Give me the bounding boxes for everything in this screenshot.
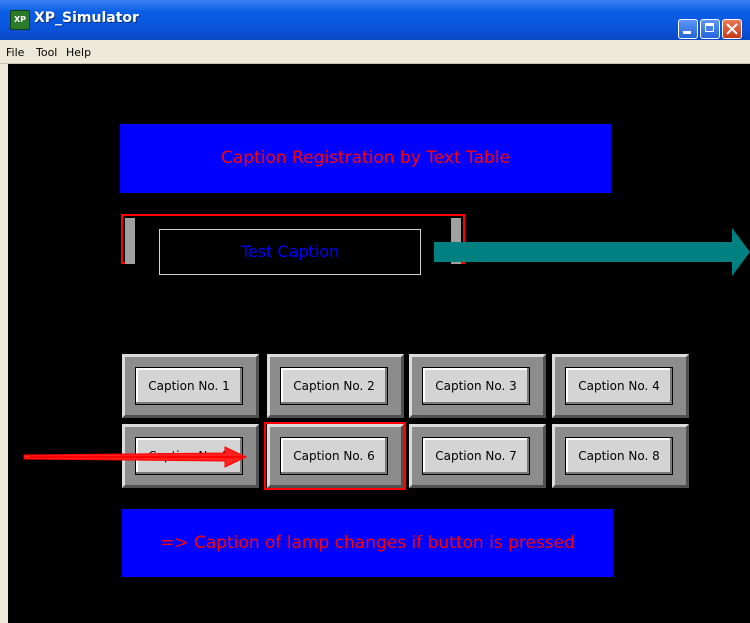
menu-tool[interactable]: Tool — [36, 46, 57, 59]
menu-help[interactable]: Help — [66, 46, 91, 59]
button-label: Caption No. 1 — [135, 367, 243, 405]
menu-file[interactable]: File — [6, 46, 24, 59]
window-frame-left — [0, 64, 8, 623]
app-icon: XP — [10, 10, 30, 30]
button-label: Caption No. 5 — [135, 437, 243, 475]
minimize-button[interactable] — [678, 19, 698, 39]
button-label: Caption No. 3 — [422, 367, 530, 405]
caption-button-1[interactable]: Caption No. 1 — [122, 354, 259, 418]
window-title: XP_Simulator — [34, 10, 139, 26]
caption-button-3[interactable]: Caption No. 3 — [409, 354, 546, 418]
simulator-canvas: Caption Registration by Text Table Test … — [8, 64, 750, 623]
caption-button-7[interactable]: Caption No. 7 — [409, 424, 546, 488]
note-panel: => Caption of lamp changes if button is … — [122, 509, 613, 577]
caption-button-8[interactable]: Caption No. 8 — [552, 424, 689, 488]
caption-button-2[interactable]: Caption No. 2 — [267, 354, 404, 418]
lamp-caption: Test Caption — [159, 229, 421, 275]
title-bar[interactable]: XP XP_Simulator — [0, 0, 750, 40]
maximize-button[interactable] — [700, 19, 720, 39]
menu-bar: File Tool Help — [0, 40, 750, 64]
button-highlight — [264, 422, 406, 490]
caption-button-5[interactable]: Caption No. 5 — [122, 424, 259, 488]
button-label: Caption No. 4 — [565, 367, 673, 405]
caption-button-4[interactable]: Caption No. 4 — [552, 354, 689, 418]
button-label: Caption No. 8 — [565, 437, 673, 475]
app-window: XP XP_Simulator File Tool Help Caption R… — [0, 0, 750, 623]
button-label: Caption No. 7 — [422, 437, 530, 475]
close-button[interactable] — [722, 19, 742, 39]
title-panel: Caption Registration by Text Table — [120, 124, 611, 193]
button-label: Caption No. 2 — [280, 367, 388, 405]
